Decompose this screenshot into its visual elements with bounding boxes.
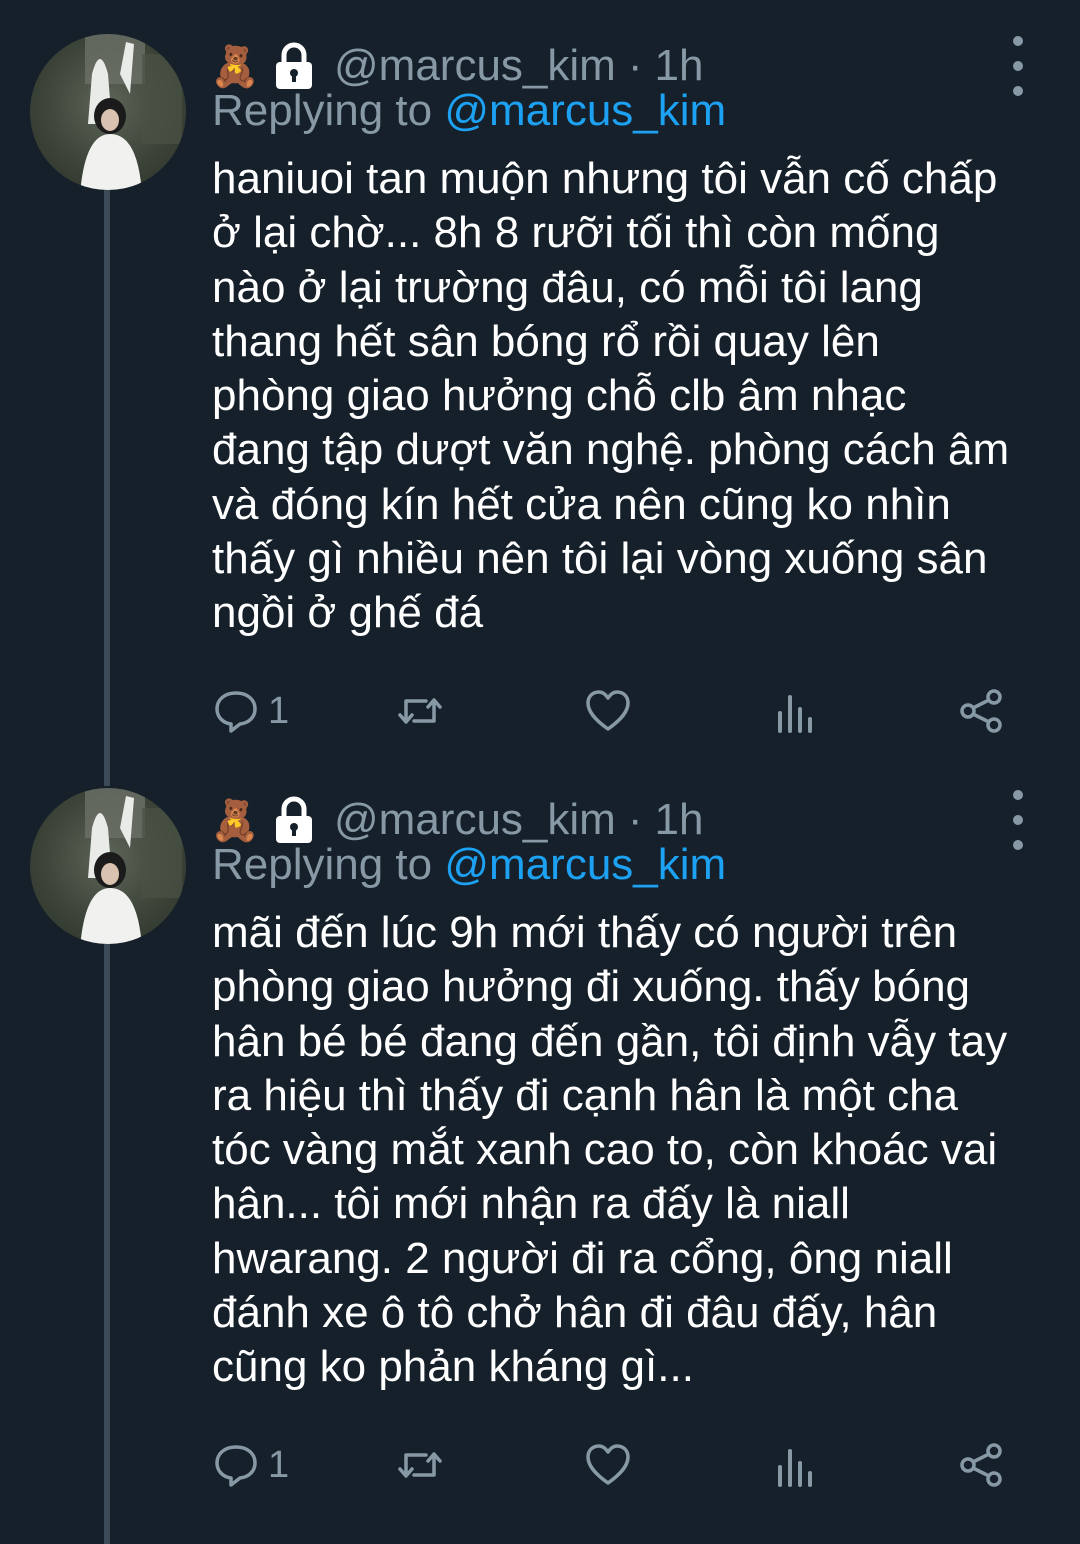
retweet-arrows-icon xyxy=(398,1452,442,1478)
share-button[interactable] xyxy=(958,686,1006,736)
heart-outline-icon xyxy=(586,690,630,731)
text-line: mãi đến lúc 9h mới thấy có người trên xyxy=(212,908,958,957)
like-button[interactable] xyxy=(584,1440,640,1490)
share-button[interactable] xyxy=(958,1440,1006,1490)
timestamp[interactable]: 1h xyxy=(654,41,703,91)
stats-button[interactable] xyxy=(772,686,820,736)
share-nodes-icon xyxy=(960,1443,1002,1487)
text-line: tóc vàng mắt xanh cao to, còn khoác vai xyxy=(212,1125,998,1175)
tweet-text: haniuoi tan muộn nhưng tôi vẫn cố chấp ở… xyxy=(212,152,1052,641)
tweet-text: mãi đến lúc 9h mới thấy có người trên ph… xyxy=(212,906,1052,1395)
separator-dot: · xyxy=(627,41,643,90)
tweet[interactable]: 🧸 @marcus_kim · 1h Replying to @marcus_k… xyxy=(0,34,1080,754)
text-line: thấy gì nhiều nên tôi lại vòng xuống sân xyxy=(212,534,988,584)
speech-bubble-icon xyxy=(215,1445,257,1487)
more-options-icon[interactable] xyxy=(1006,36,1030,96)
user-handle[interactable]: @marcus_kim xyxy=(334,795,616,845)
teddy-bear-icon: 🧸 xyxy=(210,44,260,89)
text-line: phòng giao hưởng chỗ clb âm nhạc xyxy=(212,371,907,421)
tweet-actions: 1 xyxy=(212,1440,1032,1490)
like-button[interactable] xyxy=(584,686,640,736)
text-line: hwarang. 2 người đi ra cổng, ông niall xyxy=(212,1233,953,1283)
teddy-bear-icon: 🧸 xyxy=(210,798,260,843)
bar-chart-icon xyxy=(778,1449,812,1487)
text-line: ra hiệu thì thấy đi cạnh hân là một cha xyxy=(212,1070,959,1120)
share-nodes-icon xyxy=(960,689,1002,733)
replying-to-label: Replying to xyxy=(212,840,433,889)
tweet[interactable]: 🧸 @marcus_kim · 1h Replying to @marcus_k… xyxy=(0,788,1080,1544)
heart-outline-icon xyxy=(586,1444,630,1485)
replying-to: Replying to @marcus_kim xyxy=(212,86,726,136)
replying-to: Replying to @marcus_kim xyxy=(212,840,726,890)
user-handle[interactable]: @marcus_kim xyxy=(334,41,616,91)
replying-to-label: Replying to xyxy=(212,86,433,135)
text-line: hân bé bé đang đến gần, tôi định vẫy tay xyxy=(212,1016,1008,1066)
retweet-button[interactable] xyxy=(396,686,452,736)
padlock-icon xyxy=(272,795,334,845)
text-line: cũng ko phản kháng gì... xyxy=(212,1342,694,1392)
more-options-icon[interactable] xyxy=(1006,790,1030,850)
text-line: nào ở lại trường đâu, có mỗi tôi lang xyxy=(212,262,923,312)
mention-link[interactable]: @marcus_kim xyxy=(444,86,726,135)
avatar[interactable] xyxy=(30,788,186,944)
bar-chart-icon xyxy=(778,695,812,733)
padlock-icon xyxy=(272,41,334,91)
avatar[interactable] xyxy=(30,34,186,190)
reply-count: 1 xyxy=(268,689,290,732)
text-line: ở lại chờ... 8h 8 rưỡi tối thì còn mống xyxy=(212,208,940,258)
reply-count: 1 xyxy=(268,1443,290,1486)
mention-link[interactable]: @marcus_kim xyxy=(444,840,726,889)
text-line: haniuoi tan muộn nhưng tôi vẫn cố chấp xyxy=(212,154,998,203)
retweet-arrows-icon xyxy=(398,698,442,724)
stats-button[interactable] xyxy=(772,1440,820,1490)
speech-bubble-icon xyxy=(215,691,257,733)
separator-dot: · xyxy=(627,795,643,844)
thread-connector-line xyxy=(104,944,110,1544)
retweet-button[interactable] xyxy=(396,1440,452,1490)
reply-button[interactable]: 1 xyxy=(212,1440,289,1490)
text-line: phòng giao hưởng đi xuống. thấy bóng xyxy=(212,962,971,1012)
text-line: ngồi ở ghế đá xyxy=(212,588,484,638)
text-line: đang tập dượt văn nghệ. phòng cách âm xyxy=(212,425,1010,475)
text-line: hân... tôi mới nhận ra đấy là niall xyxy=(212,1179,850,1229)
reply-button[interactable]: 1 xyxy=(212,686,289,736)
text-line: thang hết sân bóng rổ rồi quay lên xyxy=(212,316,880,366)
text-line: và đóng kín hết cửa nên cũng ko nhìn xyxy=(212,479,951,529)
timestamp[interactable]: 1h xyxy=(654,795,703,845)
text-line: đánh xe ô tô chở hân đi đâu đấy, hân xyxy=(212,1288,938,1338)
tweet-actions: 1 xyxy=(212,686,1032,736)
